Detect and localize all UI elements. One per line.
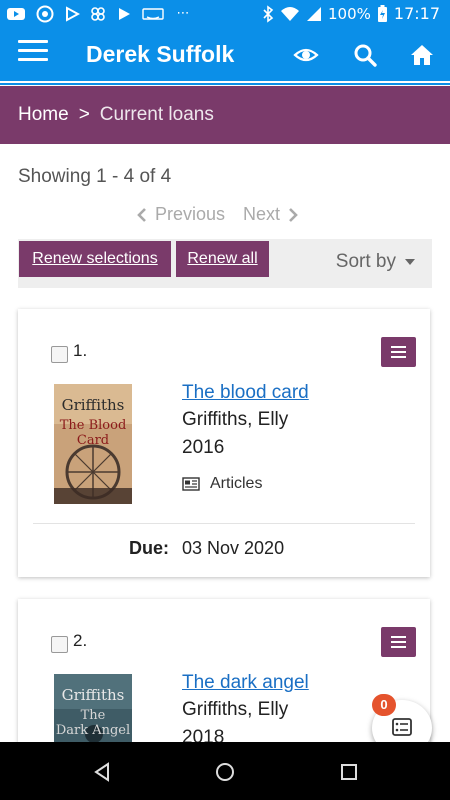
item-year: 2016 — [182, 437, 225, 458]
battery-charging-icon — [377, 4, 387, 22]
clock: 17:17 — [393, 4, 440, 23]
svg-text:The Blood: The Blood — [60, 418, 127, 433]
item-title-link[interactable]: The blood card — [182, 382, 309, 404]
hamburger-menu-icon[interactable] — [18, 40, 48, 66]
book-cover-image: Griffiths The Blood Card — [54, 384, 132, 504]
page-title: Derek Suffolk — [86, 41, 235, 67]
loans-toolbar: Renew selections Renew all Sort by — [18, 239, 432, 288]
header-divider — [0, 78, 450, 86]
home-nav-icon[interactable] — [213, 760, 237, 784]
results-count: Showing 1 - 4 of 4 — [18, 166, 172, 187]
bluetooth-icon — [263, 4, 274, 23]
status-bar: ⋯ 100% 17:17 — [0, 0, 450, 30]
loan-card: 1. Griffiths The Blood Card The blood ca… — [18, 309, 430, 577]
item-author: Griffiths, Elly — [182, 409, 289, 430]
play-store-icon — [119, 8, 130, 20]
card-divider — [33, 523, 415, 524]
svg-text:Dark Angel: Dark Angel — [56, 723, 130, 738]
status-bar-notifications: ⋯ — [6, 5, 192, 23]
app-icon — [91, 7, 105, 21]
signal-icon — [307, 6, 321, 21]
next-label: Next — [243, 204, 281, 224]
item-menu-button[interactable] — [381, 627, 416, 657]
previous-label: Previous — [155, 204, 226, 224]
chevron-left-icon — [137, 207, 146, 222]
item-format: Articles — [182, 475, 262, 493]
search-icon[interactable] — [352, 42, 378, 68]
app-header: Derek Suffolk — [0, 30, 450, 78]
item-author: Griffiths, Elly — [182, 699, 289, 720]
amazon-icon — [142, 8, 164, 20]
renew-selections-button[interactable]: Renew selections — [19, 241, 171, 277]
svg-text:Griffiths: Griffiths — [62, 686, 125, 704]
youtube-icon — [7, 8, 25, 20]
svg-text:Card: Card — [77, 433, 109, 448]
eye-icon[interactable] — [293, 42, 319, 68]
newspaper-icon — [182, 477, 200, 491]
previous-page-button[interactable]: Previous — [137, 204, 225, 225]
breadcrumb-current: Current loans — [99, 104, 214, 125]
select-checkbox[interactable] — [51, 346, 68, 363]
loan-card: 2. Griffiths The Dark Angel The dark ang… — [18, 599, 430, 759]
item-menu-button[interactable] — [381, 337, 416, 367]
next-page-button[interactable]: Next — [243, 204, 298, 225]
svg-text:The: The — [81, 708, 106, 723]
chrome-icon — [36, 5, 54, 23]
book-cover[interactable]: Griffiths The Blood Card — [54, 384, 132, 504]
select-checkbox[interactable] — [51, 636, 68, 653]
list-icon — [392, 718, 412, 736]
item-title-link[interactable]: The dark angel — [182, 672, 309, 694]
item-number: 2. — [73, 631, 88, 650]
svg-text:Griffiths: Griffiths — [62, 396, 125, 414]
sort-by-label: Sort by — [335, 251, 396, 272]
status-bar-system: 100% 17:17 — [262, 4, 440, 23]
selection-count-badge: 0 — [372, 694, 396, 716]
item-number: 1. — [73, 341, 88, 360]
renew-all-button[interactable]: Renew all — [176, 241, 269, 277]
home-icon[interactable] — [409, 42, 435, 68]
due-label: Due: — [129, 538, 169, 558]
wifi-icon — [281, 6, 299, 21]
pagination: Previous Next — [137, 204, 298, 225]
back-icon[interactable] — [90, 760, 114, 784]
more-icon: ⋯ — [176, 6, 190, 21]
recents-icon[interactable] — [337, 760, 361, 784]
system-nav-bar — [0, 742, 450, 800]
breadcrumb-home-link[interactable]: Home — [18, 104, 69, 125]
battery-percent: 100% — [328, 4, 371, 23]
chevron-right-icon — [289, 207, 298, 222]
sort-by-dropdown[interactable]: Sort by — [336, 251, 416, 273]
breadcrumb: Home > Current loans — [0, 86, 450, 144]
due-date: 03 Nov 2020 — [182, 538, 285, 558]
item-format-label: Articles — [210, 475, 263, 492]
breadcrumb-separator: > — [78, 104, 90, 125]
caret-down-icon — [405, 259, 415, 265]
play-icon — [66, 6, 80, 22]
